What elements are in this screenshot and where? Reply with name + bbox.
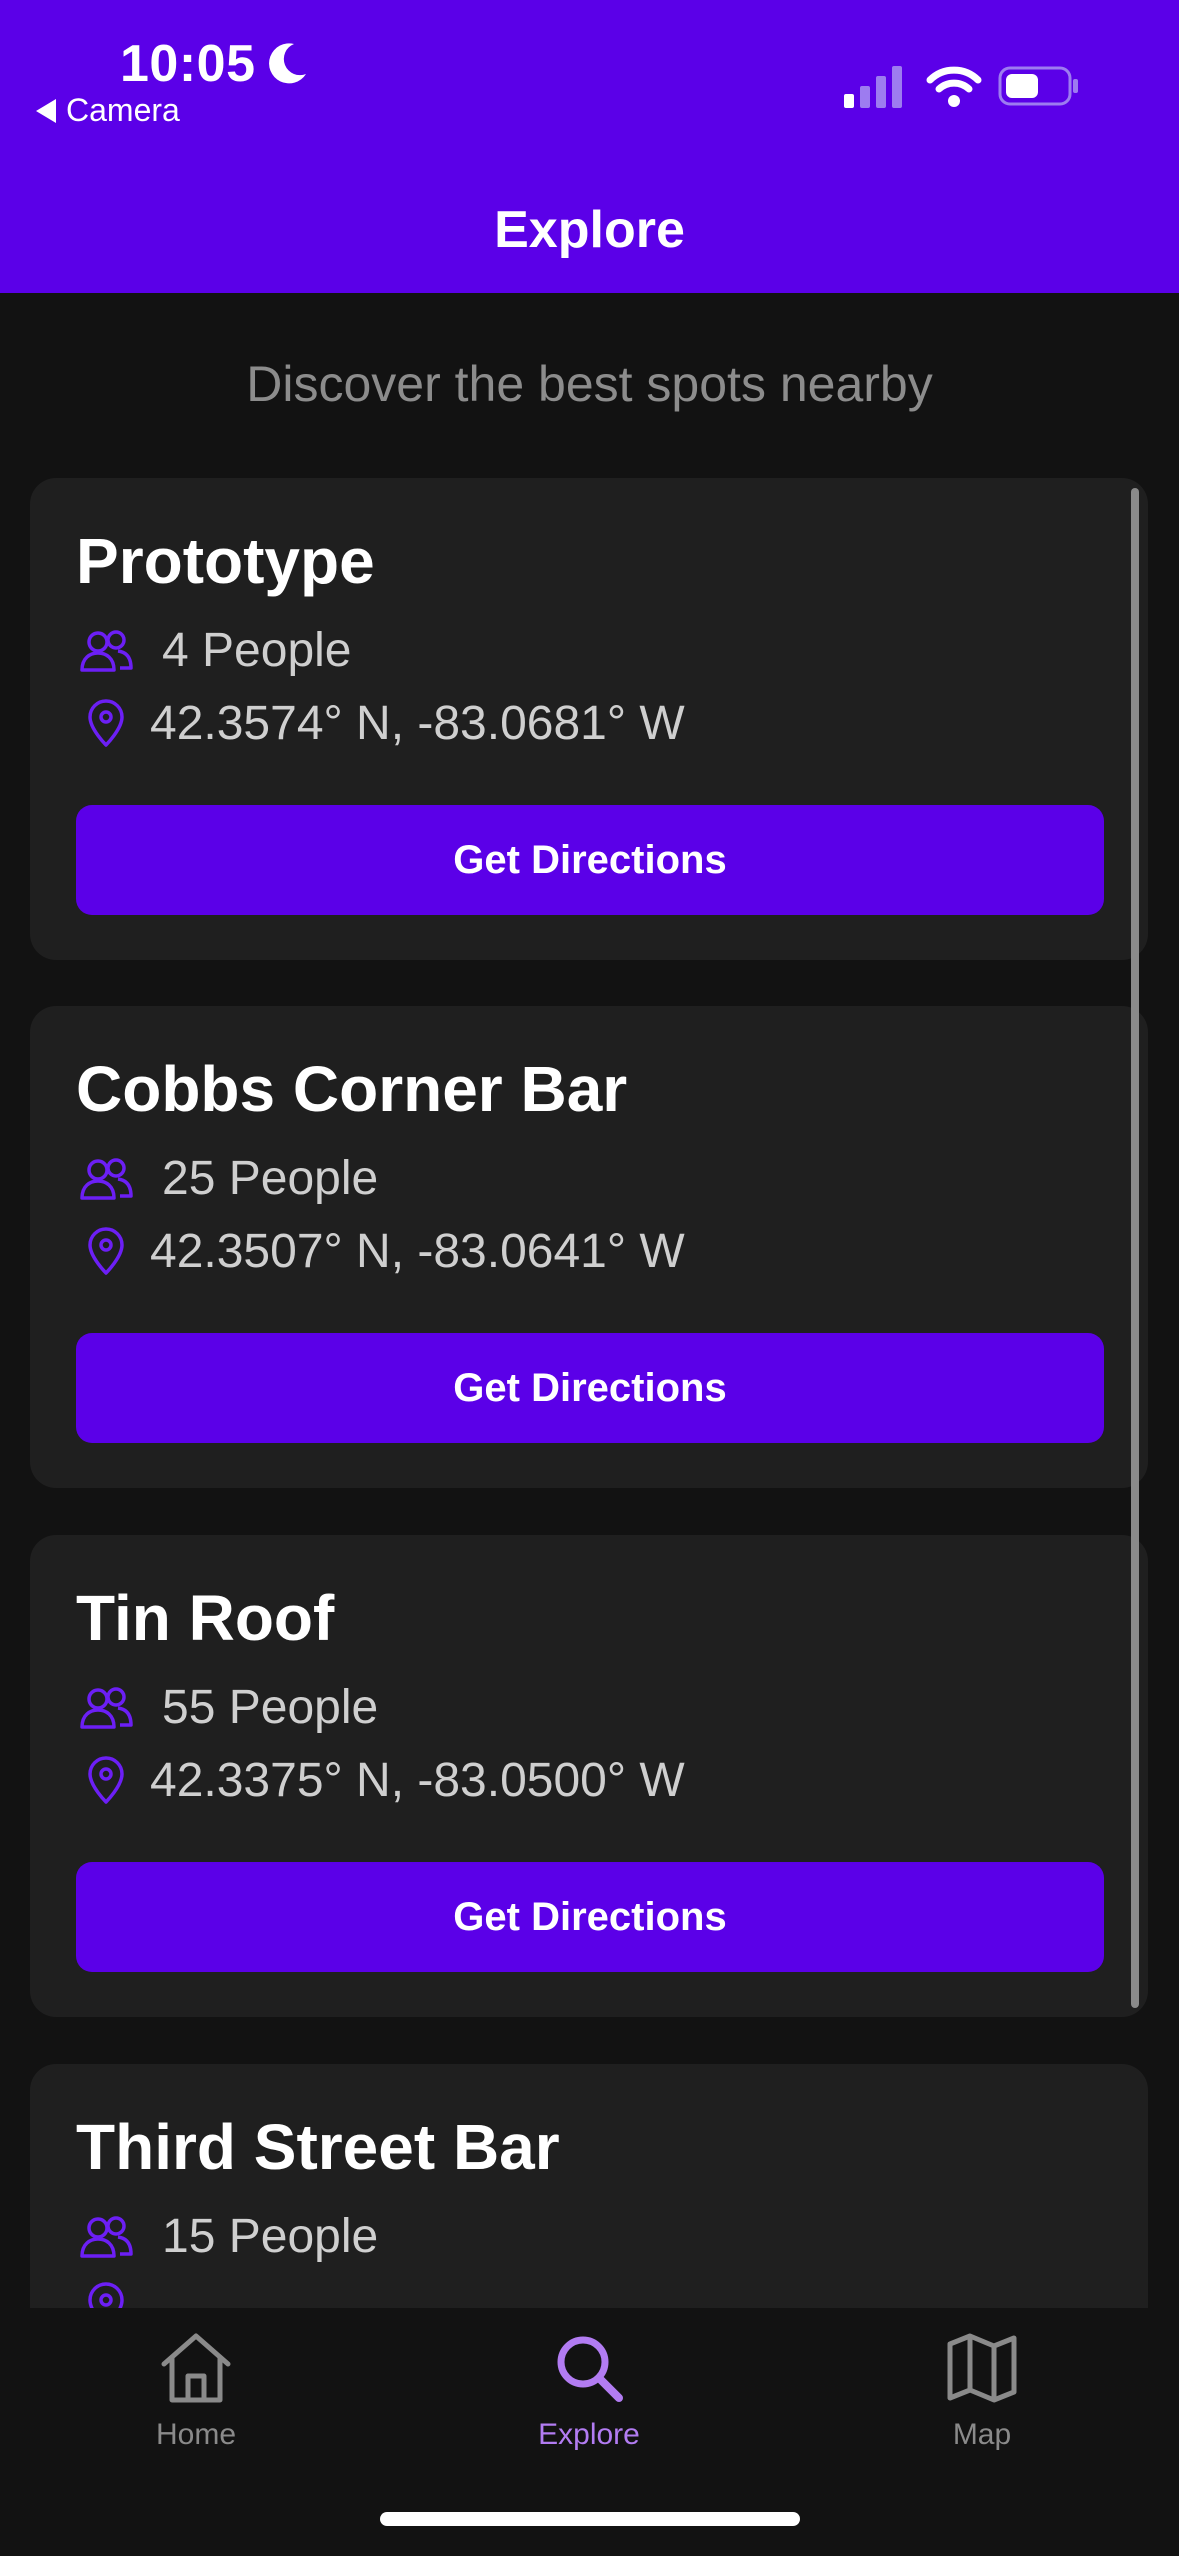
get-directions-button[interactable]: Get Directions <box>76 805 1104 915</box>
people-count: 15 People <box>162 2210 379 2263</box>
tab-label: Home <box>155 2418 237 2451</box>
spot-card: Third Street Bar 15 People <box>30 2064 1148 2308</box>
spot-name: Tin Roof <box>76 1582 335 1654</box>
spot-name: Prototype <box>76 525 375 597</box>
coordinates: 42.3507° N, -83.0641° W <box>150 1225 685 1278</box>
people-count: 25 People <box>162 1152 379 1205</box>
get-directions-button[interactable]: Get Directions <box>76 1862 1104 1972</box>
header: 10:05 Camera Explore <box>0 0 1179 293</box>
back-label: Camera <box>66 92 180 128</box>
scrollbar[interactable] <box>1131 488 1139 2008</box>
people-icon <box>80 1686 133 1729</box>
spot-name: Cobbs Corner Bar <box>76 1053 628 1125</box>
tab-label: Map <box>952 2418 1012 2451</box>
spots-list[interactable]: Prototype 4 People 42.3574° N, -83.0681°… <box>0 478 1179 2308</box>
tab-home[interactable]: Home <box>46 2328 346 2452</box>
location-pin-icon <box>88 2282 124 2308</box>
location-pin-icon <box>88 1755 124 1804</box>
spot-name: Third Street Bar <box>76 2111 560 2183</box>
people-count-row: 55 People <box>76 1680 378 1735</box>
tab-explore[interactable]: Explore <box>439 2328 739 2452</box>
page-title: Explore <box>494 201 685 259</box>
battery-icon <box>998 66 1078 106</box>
spot-card: Cobbs Corner Bar 25 People 42.3507° N, -… <box>30 1006 1148 1488</box>
moon-icon <box>269 43 306 84</box>
coordinates: 42.3574° N, -83.0681° W <box>150 697 685 750</box>
tab-label: Explore <box>538 2418 640 2451</box>
coordinates: 42.3375° N, -83.0500° W <box>150 1754 685 1807</box>
wifi-icon <box>926 66 982 107</box>
coordinates-row <box>76 2282 150 2308</box>
location-pin-icon <box>88 698 124 747</box>
spot-card: Prototype 4 People 42.3574° N, -83.0681°… <box>30 478 1148 960</box>
people-count-row: 15 People <box>76 2209 378 2264</box>
tab-map[interactable]: Map <box>832 2328 1132 2452</box>
map-icon <box>947 2333 1017 2403</box>
back-to-camera-link[interactable]: Camera <box>36 92 180 129</box>
coordinates-row: 42.3574° N, -83.0681° W <box>76 696 685 751</box>
people-icon <box>80 2215 133 2258</box>
cellular-signal-icon <box>844 66 902 108</box>
home-icon <box>161 2333 231 2403</box>
location-pin-icon <box>88 1226 124 1275</box>
page-subtitle: Discover the best spots nearby <box>246 356 933 412</box>
people-icon <box>80 629 133 672</box>
people-count: 4 People <box>162 624 352 677</box>
people-count-row: 4 People <box>76 623 352 678</box>
spot-card: Tin Roof 55 People 42.3375° N, -83.0500°… <box>30 1535 1148 2017</box>
home-indicator[interactable] <box>380 2512 800 2526</box>
coordinates-row: 42.3375° N, -83.0500° W <box>76 1753 685 1808</box>
people-icon <box>80 1157 133 1200</box>
status-time: 10:05 <box>120 35 256 93</box>
people-count-row: 25 People <box>76 1151 378 1206</box>
get-directions-button[interactable]: Get Directions <box>76 1333 1104 1443</box>
coordinates-row: 42.3507° N, -83.0641° W <box>76 1224 685 1279</box>
search-icon <box>557 2336 623 2402</box>
people-count: 55 People <box>162 1681 379 1734</box>
back-arrow-icon <box>36 98 56 123</box>
